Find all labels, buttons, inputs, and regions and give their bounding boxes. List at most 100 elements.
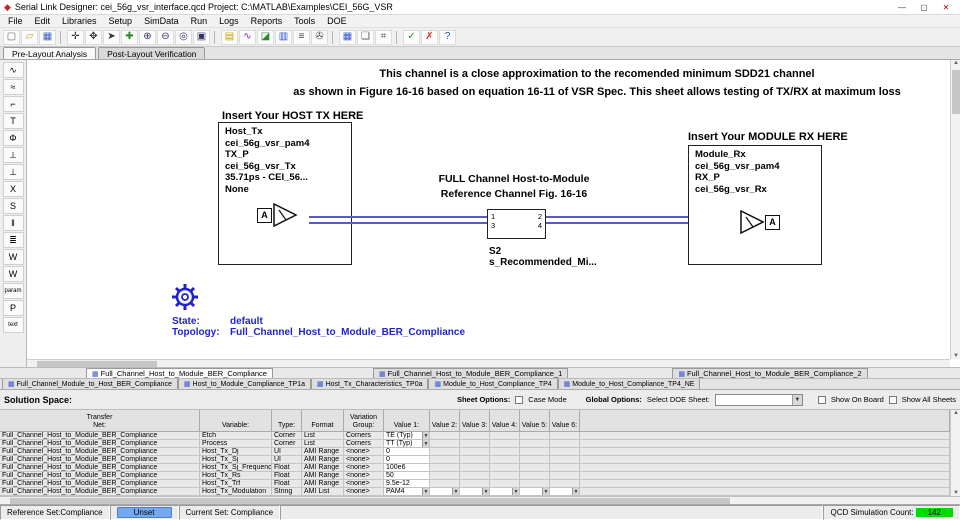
close-button[interactable]: ✕ bbox=[936, 3, 956, 12]
help-icon[interactable]: ? bbox=[439, 30, 456, 45]
tline-icon[interactable]: ‖ bbox=[3, 215, 24, 231]
tab-post-layout-verification[interactable]: Post-Layout Verification bbox=[98, 47, 205, 59]
sheet-tab-Full_Channel_Host_to_Module_BER_Compliance_2[interactable]: ▦Full_Channel_Host_to_Module_BER_Complia… bbox=[672, 368, 867, 378]
zoom-in-icon[interactable]: ⊕ bbox=[139, 30, 156, 45]
cell-value-1[interactable]: 0 bbox=[384, 456, 430, 464]
wire-host-to-channel-n[interactable] bbox=[309, 222, 487, 224]
t-node-icon[interactable]: T bbox=[3, 113, 24, 129]
project-icon[interactable]: P bbox=[3, 300, 24, 316]
cell-value-1[interactable]: 100e6 bbox=[384, 464, 430, 472]
cell-value-3[interactable]: ▼ bbox=[460, 488, 490, 496]
doe-sheet-combobox[interactable]: ▼ bbox=[715, 394, 803, 406]
cell-value-1[interactable]: TE (Typ)▼ bbox=[384, 432, 430, 440]
params-icon[interactable]: param bbox=[3, 283, 24, 299]
scroll-down-icon[interactable]: ▼ bbox=[951, 353, 960, 359]
scroll-up-icon[interactable]: ▲ bbox=[951, 60, 960, 66]
measure-icon[interactable]: ⌗ bbox=[375, 30, 392, 45]
menu-item-edit[interactable]: Edit bbox=[29, 16, 57, 26]
cell-value-1[interactable]: 9.5e-12 bbox=[384, 480, 430, 488]
tab-pre-layout-analysis[interactable]: Pre-Layout Analysis bbox=[3, 47, 96, 59]
menu-item-logs[interactable]: Logs bbox=[213, 16, 245, 26]
termination-icon[interactable]: ⊥ bbox=[3, 164, 24, 180]
report-icon[interactable]: ▤ bbox=[221, 30, 238, 45]
noise-wave-icon[interactable]: ≈ bbox=[3, 79, 24, 95]
rx-buffer-icon[interactable]: A bbox=[739, 210, 780, 234]
sheet-tab-Full_Channel_Host_to_Module_BER_Compliance[interactable]: ▦Full_Channel_Host_to_Module_BER_Complia… bbox=[86, 368, 273, 378]
dropdown-arrow-icon[interactable]: ▼ bbox=[512, 488, 519, 495]
wire-host-to-channel-p[interactable] bbox=[309, 216, 487, 218]
sheet-tab-Host_Tx_Characteristics_TP0a[interactable]: ▦Host_Tx_Characteristics_TP0a bbox=[311, 378, 429, 389]
sine-wave-icon[interactable]: ∿ bbox=[3, 62, 24, 78]
sheet-tab-Host_to_Module_Compliance_TP1a[interactable]: ▦Host_to_Module_Compliance_TP1a bbox=[178, 378, 311, 389]
canvas-vscroll-thumb[interactable] bbox=[952, 70, 960, 114]
dropdown-arrow-icon[interactable]: ▼ bbox=[452, 488, 459, 495]
crosshair-icon[interactable]: ✛ bbox=[67, 30, 84, 45]
canvas-horizontal-scrollbar[interactable] bbox=[27, 359, 950, 367]
sheet-tab-Full_Channel_Module_to_Host_BER_Compliance[interactable]: ▦Full_Channel_Module_to_Host_BER_Complia… bbox=[2, 378, 178, 389]
x-block-icon[interactable]: X bbox=[3, 181, 24, 197]
layers-icon[interactable]: ❏ bbox=[357, 30, 374, 45]
dropdown-arrow-icon[interactable]: ▼ bbox=[542, 488, 549, 495]
table-hscroll-thumb[interactable] bbox=[10, 498, 730, 504]
cell-value-6[interactable]: ▼ bbox=[550, 488, 580, 496]
schematic-canvas[interactable]: This channel is a close approximation to… bbox=[27, 60, 960, 367]
chevron-down-icon[interactable]: ▼ bbox=[792, 395, 802, 405]
unset-button[interactable]: Unset bbox=[117, 507, 172, 518]
cell-value-5[interactable]: ▼ bbox=[520, 488, 550, 496]
menu-item-run[interactable]: Run bbox=[185, 16, 214, 26]
table-vertical-scrollbar[interactable]: ▲ ▼ bbox=[950, 410, 960, 496]
zoom-out-icon[interactable]: ⊖ bbox=[157, 30, 174, 45]
zoom-window-icon[interactable]: ▣ bbox=[193, 30, 210, 45]
text-tool-icon[interactable]: text bbox=[3, 317, 24, 333]
settings-icon[interactable]: ✇ bbox=[311, 30, 328, 45]
pointer-icon[interactable]: ➤ bbox=[103, 30, 120, 45]
w-element2-icon[interactable]: W bbox=[3, 266, 24, 282]
sheet-tab-Module_to_Host_Compliance_TP4_NE[interactable]: ▦Module_to_Host_Compliance_TP4_NE bbox=[558, 378, 701, 389]
channel-block[interactable]: 1 3 2 4 bbox=[487, 209, 546, 239]
show-all-sheets-checkbox[interactable] bbox=[889, 396, 897, 404]
new-document-icon[interactable]: ▢ bbox=[3, 30, 20, 45]
show-on-board-checkbox[interactable] bbox=[818, 396, 826, 404]
zoom-fit-icon[interactable]: ◎ bbox=[175, 30, 192, 45]
dropdown-arrow-icon[interactable]: ▼ bbox=[482, 488, 489, 495]
canvas-vertical-scrollbar[interactable]: ▲ ▼ bbox=[950, 60, 960, 359]
menu-item-tools[interactable]: Tools bbox=[288, 16, 321, 26]
s-parameter-icon[interactable]: S bbox=[3, 198, 24, 214]
cell-value-1[interactable]: 0 bbox=[384, 448, 430, 456]
cell-value-4[interactable]: ▼ bbox=[490, 488, 520, 496]
sheet-tab-Module_to_Host_Compliance_TP4[interactable]: ▦Module_to_Host_Compliance_TP4 bbox=[428, 378, 557, 389]
state-gear-icon[interactable] bbox=[170, 282, 200, 312]
w-element-icon[interactable]: W bbox=[3, 249, 24, 265]
menu-item-libraries[interactable]: Libraries bbox=[56, 16, 103, 26]
dropdown-arrow-icon[interactable]: ▼ bbox=[422, 432, 429, 439]
dropdown-arrow-icon[interactable]: ▼ bbox=[422, 488, 429, 495]
tx-buffer-icon[interactable]: A bbox=[257, 203, 298, 227]
phase-probe-icon[interactable]: Φ bbox=[3, 130, 24, 146]
sheet-tab-Full_Channel_Host_to_Module_BER_Compliance_1[interactable]: ▦Full_Channel_Host_to_Module_BER_Complia… bbox=[373, 368, 568, 378]
pan-icon[interactable]: ✥ bbox=[85, 30, 102, 45]
menu-item-doe[interactable]: DOE bbox=[321, 16, 353, 26]
maximize-button[interactable]: ▢ bbox=[914, 3, 934, 12]
dropdown-arrow-icon[interactable]: ▼ bbox=[422, 440, 429, 447]
script-icon[interactable]: ≡ bbox=[293, 30, 310, 45]
waveform-viewer-icon[interactable]: ∿ bbox=[239, 30, 256, 45]
host-tx-block[interactable]: Host_Tx cei_56g_vsr_pam4 TX_P cei_56g_vs… bbox=[218, 122, 352, 265]
dropdown-arrow-icon[interactable]: ▼ bbox=[572, 488, 579, 495]
spreadsheet-icon[interactable]: ▥ bbox=[275, 30, 292, 45]
cell-value-1[interactable]: PAM4▼ bbox=[384, 488, 430, 496]
cell-value-1[interactable]: TT (Typ)▼ bbox=[384, 440, 430, 448]
save-icon[interactable]: ▦ bbox=[39, 30, 56, 45]
chart-icon[interactable]: ◪ bbox=[257, 30, 274, 45]
menu-item-simdata[interactable]: SimData bbox=[138, 16, 185, 26]
cell-value-2[interactable]: ▼ bbox=[430, 488, 460, 496]
step-wave-icon[interactable]: ⌐ bbox=[3, 96, 24, 112]
canvas-hscroll-thumb[interactable] bbox=[37, 361, 157, 367]
cell-value-1[interactable]: 50 bbox=[384, 472, 430, 480]
add-icon[interactable]: ✚ bbox=[121, 30, 138, 45]
minimize-button[interactable]: — bbox=[892, 3, 912, 12]
grid-sheet-icon[interactable]: ▦ bbox=[339, 30, 356, 45]
coupled-tline-icon[interactable]: ≣ bbox=[3, 232, 24, 248]
case-mode-checkbox[interactable] bbox=[515, 396, 523, 404]
abort-icon[interactable]: ✗ bbox=[421, 30, 438, 45]
table-horizontal-scrollbar[interactable] bbox=[0, 496, 960, 504]
